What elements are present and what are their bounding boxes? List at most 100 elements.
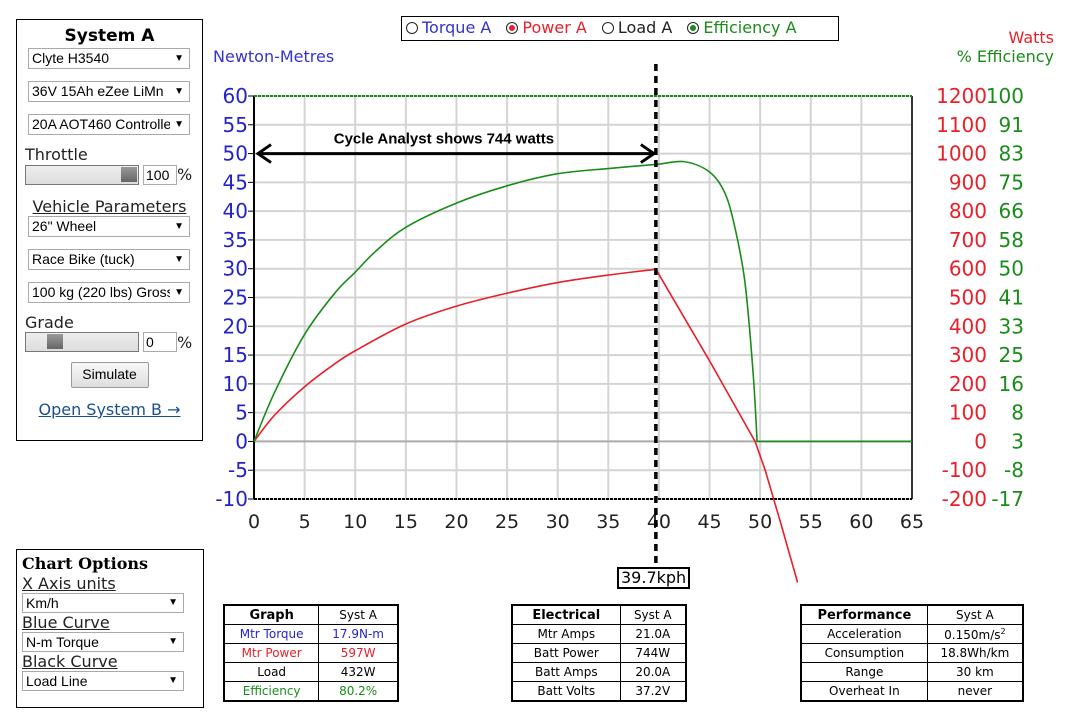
- range-label: Range: [800, 662, 928, 682]
- batt-volts-value: 37.2V: [619, 681, 687, 702]
- overheat-label: Overheat In: [800, 681, 928, 702]
- electrical-header: Electrical: [511, 604, 621, 625]
- y-left-tick-label: 10: [223, 372, 248, 396]
- y-left-tick-label: 20: [223, 314, 248, 338]
- y-left-tick-label: 45: [223, 170, 248, 194]
- table-row: Batt Power 744W: [511, 643, 687, 663]
- y-right-efficiency-tick-label: 83: [999, 142, 1024, 166]
- y-left-tick-label: 60: [223, 84, 248, 108]
- x-tick-label: 50: [748, 511, 772, 533]
- speed-readout: 39.7kph: [617, 567, 691, 589]
- y-right-watts-tick-label: 500: [949, 286, 987, 310]
- electrical-table: Electrical Syst A Mtr Amps 21.0A Batt Powe…: [511, 604, 687, 702]
- y-right-efficiency-tick-label: 100: [986, 84, 1024, 108]
- y-right-efficiency-tick-label: 50: [999, 257, 1024, 281]
- y-left-tick-label: 40: [223, 199, 248, 223]
- annotation-text: Cycle Analyst shows 744 watts: [334, 131, 554, 148]
- y-right-watts-tick-label: 300: [949, 343, 987, 367]
- y-right-efficiency-tick-label: -17: [991, 487, 1024, 511]
- y-right-watts-tick-label: 200: [949, 372, 987, 396]
- black-curve-value: Load Line: [26, 673, 88, 689]
- x-tick-label: 65: [900, 511, 924, 533]
- chevron-down-icon: ▼: [168, 675, 178, 686]
- y-left-tick-label: 30: [223, 257, 248, 281]
- x-tick-label: 45: [697, 511, 721, 533]
- table-row: Efficiency 80.2%: [223, 681, 399, 702]
- x-tick-label: 40: [647, 511, 671, 533]
- chart-plot[interactable]: 0 5 10 15 20 25 30 35 40 45 50 55 60 6560 120010055 110…: [0, 0, 1075, 600]
- x-tick-label: 5: [299, 511, 311, 533]
- y-right-efficiency-tick-label: 8: [1011, 401, 1024, 425]
- range-value: 30 km: [926, 662, 1024, 682]
- performance-syst-header: Syst A: [926, 604, 1024, 625]
- table-row: Range 30 km: [800, 662, 1024, 682]
- y-right-watts-tick-label: 700: [949, 228, 987, 252]
- consumption-label: Consumption: [800, 643, 928, 663]
- x-tick-label: 20: [444, 511, 468, 533]
- y-right-efficiency-tick-label: 25: [999, 343, 1024, 367]
- batt-amps-value: 20.0A: [619, 662, 687, 682]
- y-right-efficiency-tick-label: -8: [1004, 458, 1024, 482]
- y-right-efficiency-tick-label: 75: [999, 170, 1024, 194]
- y-right-watts-tick-label: 1100: [936, 113, 987, 137]
- x-tick-label: 0: [248, 511, 260, 533]
- mtr-torque-label: Mtr Torque: [223, 624, 320, 644]
- y-left-tick-label: 5: [235, 401, 248, 425]
- graph-header: Graph: [223, 604, 320, 625]
- batt-power-value: 744W: [619, 643, 687, 663]
- y-left-tick-label: 25: [223, 286, 248, 310]
- batt-volts-label: Batt Volts: [511, 681, 621, 702]
- performance-header: Performance: [800, 604, 928, 625]
- mtr-amps-label: Mtr Amps: [511, 624, 621, 644]
- black-curve-select[interactable]: Load Line ▼: [22, 671, 184, 691]
- x-tick-label: 25: [495, 511, 519, 533]
- x-tick-label: 35: [596, 511, 620, 533]
- y-right-efficiency-tick-label: 91: [999, 113, 1024, 137]
- mtr-amps-value: 21.0A: [619, 624, 687, 644]
- overheat-value: never: [926, 681, 1024, 702]
- load-label: Load: [223, 662, 320, 682]
- y-right-watts-tick-label: 1200: [936, 84, 987, 108]
- mtr-power-label: Mtr Power: [223, 643, 320, 663]
- table-row: Load 432W: [223, 662, 399, 682]
- y-right-watts-tick-label: 900: [949, 170, 987, 194]
- table-row: Consumption 18.8Wh/km: [800, 643, 1024, 663]
- mtr-torque-value: 17.9N-m: [318, 624, 399, 644]
- y-right-watts-tick-label: 0: [974, 429, 987, 453]
- black-curve-label: Black Curve: [22, 652, 118, 671]
- efficiency-value: 80.2%: [318, 681, 399, 702]
- y-right-efficiency-tick-label: 58: [999, 228, 1024, 252]
- graph-syst-header: Syst A: [318, 604, 399, 625]
- table-row: Mtr Torque 17.9N-m: [223, 624, 399, 644]
- y-left-tick-label: -5: [228, 458, 248, 482]
- table-row: Batt Amps 20.0A: [511, 662, 687, 682]
- y-right-watts-tick-label: 100: [949, 401, 987, 425]
- graph-table: Graph Syst A Mtr Torque 17.9N-m Mtr Power 5…: [223, 604, 399, 702]
- x-tick-label: 10: [343, 511, 367, 533]
- blue-curve-label: Blue Curve: [22, 613, 110, 632]
- y-left-tick-label: 35: [223, 228, 248, 252]
- mtr-power-value: 597W: [318, 643, 399, 663]
- blue-curve-value: N-m Torque: [26, 634, 99, 650]
- y-left-tick-label: 0: [235, 429, 248, 453]
- y-left-tick-label: -10: [215, 487, 248, 511]
- y-left-tick-label: 50: [223, 142, 248, 166]
- series-efficiency-a: [253, 160, 912, 443]
- y-right-efficiency-tick-label: 33: [999, 314, 1024, 338]
- y-right-efficiency-tick-label: 3: [1011, 429, 1024, 453]
- load-value: 432W: [318, 662, 399, 682]
- acceleration-value: 0.150m/s2: [926, 624, 1024, 644]
- y-right-efficiency-tick-label: 41: [999, 286, 1024, 310]
- consumption-value: 18.8Wh/km: [926, 643, 1024, 663]
- x-tick-label: 60: [849, 511, 873, 533]
- y-right-efficiency-tick-label: 66: [999, 199, 1024, 223]
- blue-curve-select[interactable]: N-m Torque ▼: [22, 632, 184, 652]
- chevron-down-icon: ▼: [168, 636, 178, 647]
- y-right-watts-tick-label: -200: [942, 487, 987, 511]
- table-row: Acceleration 0.150m/s2: [800, 624, 1024, 644]
- y-right-watts-tick-label: -100: [942, 458, 987, 482]
- series-power-a: [253, 268, 799, 583]
- x-tick-label: 15: [394, 511, 418, 533]
- y-left-tick-label: 15: [223, 343, 248, 367]
- table-row: Batt Volts 37.2V: [511, 681, 687, 702]
